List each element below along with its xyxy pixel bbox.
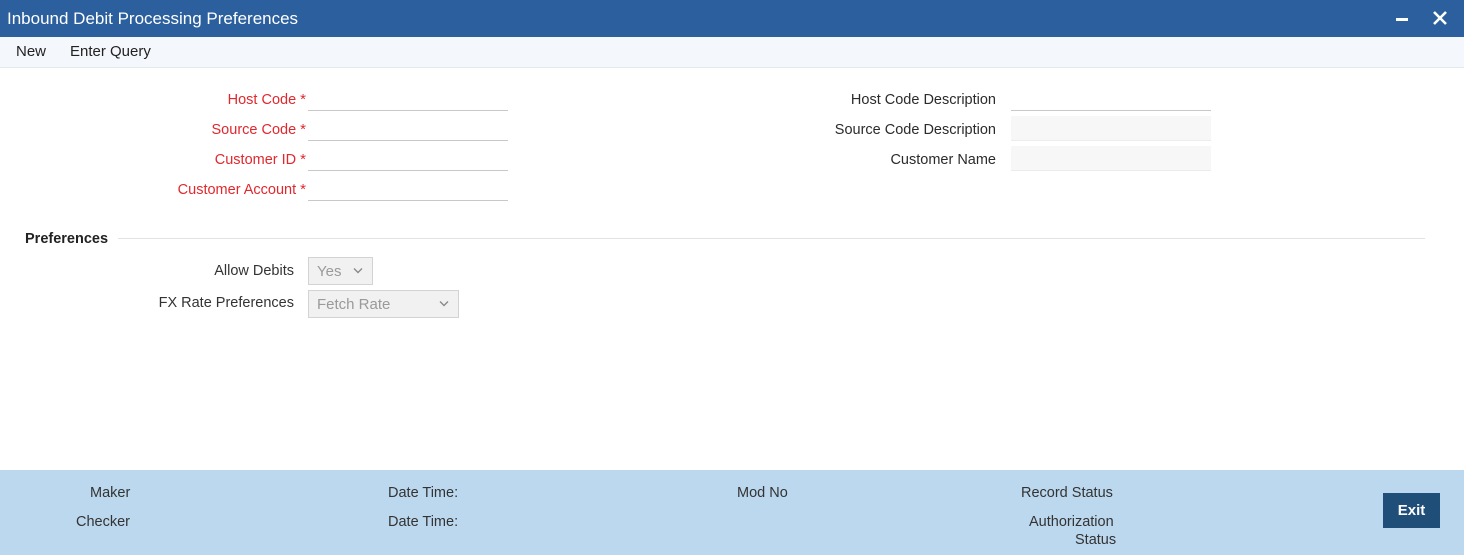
checker-label: Checker xyxy=(76,514,130,530)
fx-rate-preferences-select[interactable]: Fetch Rate xyxy=(308,290,459,318)
preferences-section-title: Preferences xyxy=(25,231,119,247)
allow-debits-label: Allow Debits xyxy=(214,263,294,279)
customer-account-label-text: Customer Account xyxy=(177,182,297,198)
customer-account-input[interactable] xyxy=(308,176,508,201)
exit-button[interactable]: Exit xyxy=(1383,493,1440,528)
toolbar: New Enter Query xyxy=(0,37,1464,68)
required-asterisk: * xyxy=(300,121,306,138)
minimize-icon[interactable] xyxy=(1396,18,1408,21)
chevron-down-icon xyxy=(439,301,449,307)
mod-no-label: Mod No xyxy=(737,485,788,501)
source-code-description-label: Source Code Description xyxy=(834,122,996,138)
customer-id-label: Customer ID * xyxy=(215,151,306,168)
required-asterisk: * xyxy=(300,91,306,108)
host-code-description-field[interactable] xyxy=(1011,86,1211,111)
customer-name-field xyxy=(1011,146,1211,171)
source-code-label-text: Source Code xyxy=(211,122,297,138)
section-divider xyxy=(25,238,1425,239)
customer-id-label-text: Customer ID xyxy=(214,152,297,168)
chevron-down-icon xyxy=(353,268,363,274)
source-code-input[interactable] xyxy=(308,116,508,141)
maker-label: Maker xyxy=(90,485,131,501)
required-asterisk: * xyxy=(300,181,306,198)
close-icon[interactable] xyxy=(1432,6,1448,30)
allow-debits-select[interactable]: Yes xyxy=(308,257,373,285)
enter-query-button[interactable]: Enter Query xyxy=(70,43,151,60)
customer-name-label: Customer Name xyxy=(890,152,996,168)
window-titlebar: Inbound Debit Processing Preferences xyxy=(0,0,1464,37)
host-code-label-text: Host Code xyxy=(227,92,297,108)
fx-rate-preferences-label: FX Rate Preferences xyxy=(158,295,294,311)
window-title: Inbound Debit Processing Preferences xyxy=(7,9,299,28)
authorization-label: Authorization xyxy=(1029,514,1114,530)
allow-debits-value: Yes xyxy=(317,263,342,280)
host-code-label: Host Code * xyxy=(228,91,306,108)
source-code-description-field xyxy=(1011,116,1211,141)
required-asterisk: * xyxy=(300,151,306,168)
checker-date-time-label: Date Time: xyxy=(388,514,459,530)
audit-footer xyxy=(0,470,1464,555)
fx-rate-preferences-value: Fetch Rate xyxy=(317,296,391,313)
maker-date-time-label: Date Time: xyxy=(388,485,459,501)
host-code-description-label: Host Code Description xyxy=(850,92,996,108)
customer-account-label: Customer Account * xyxy=(178,181,306,198)
source-code-label: Source Code * xyxy=(212,121,306,138)
record-status-label: Record Status xyxy=(1021,485,1113,501)
customer-id-input[interactable] xyxy=(308,146,508,171)
new-button[interactable]: New xyxy=(16,43,46,60)
host-code-input[interactable] xyxy=(308,86,508,111)
authorization-status-label: Status xyxy=(1075,532,1117,548)
